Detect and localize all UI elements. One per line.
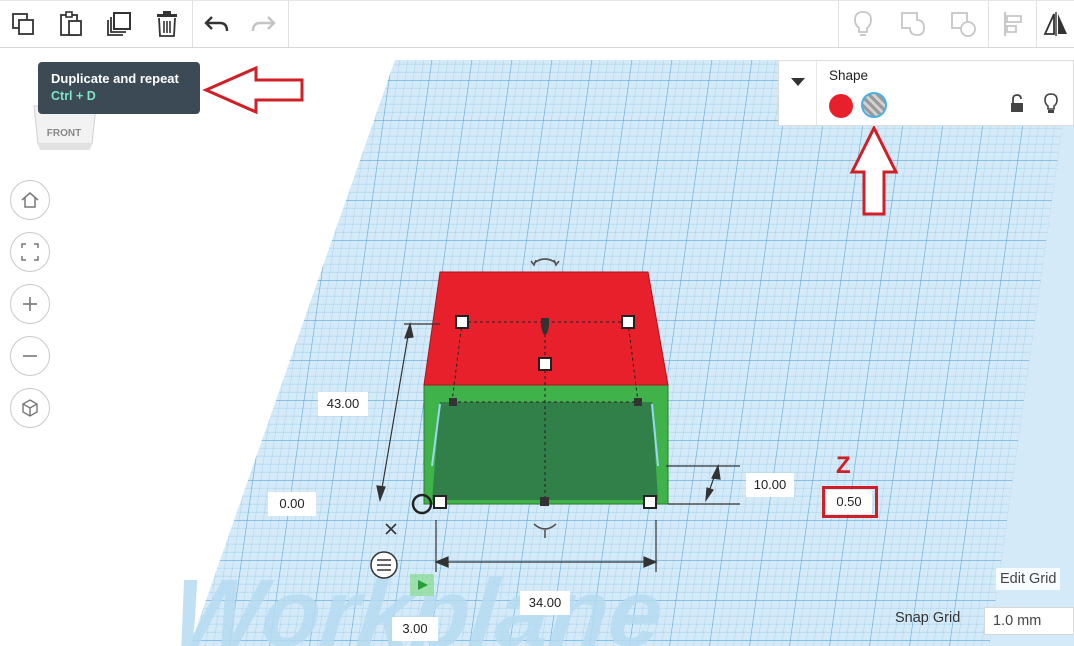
paste-button[interactable] [48,1,94,47]
toolbar [0,0,1074,48]
hole-button[interactable] [861,92,887,118]
delete-button[interactable] [144,1,190,47]
snap-grid-select[interactable]: 1.0 mm [984,607,1074,635]
undo-button[interactable] [194,1,240,47]
home-view-button[interactable] [10,180,50,220]
shape-title: Shape [829,68,869,83]
undo-icon [204,16,229,32]
width-dimension-label[interactable]: 34.00 [520,591,570,615]
menu-icon[interactable] [370,551,398,579]
align-icon [1004,12,1022,36]
ungroup-icon [951,12,976,37]
offset-y-label[interactable]: 3.00 [392,617,438,641]
redo-icon [251,16,276,32]
redo-button[interactable] [240,1,286,47]
group-button[interactable] [890,1,936,47]
duplicate-icon [107,12,131,36]
workplane-viewport[interactable]: Workplane [0,48,1074,646]
ungroup-button[interactable] [940,1,986,47]
tooltip-shortcut: Ctrl + D [51,89,96,103]
duplicate-tooltip: Duplicate and repeat Ctrl + D [38,62,200,114]
zoom-in-button[interactable] [10,284,50,324]
collapse-panel-button[interactable] [779,61,817,125]
tooltip-title: Duplicate and repeat [51,71,179,86]
move-arrow-icon[interactable] [410,574,434,596]
box-shape[interactable] [423,271,669,505]
copy-button[interactable] [0,1,46,47]
view-cube-label: FRONT [47,128,81,139]
lightbulb-icon [854,11,872,36]
depth-dimension-label[interactable]: 10.00 [746,473,794,497]
trash-icon [157,11,177,37]
base-offset-label[interactable]: 0.00 [268,492,316,516]
edit-grid-button[interactable]: Edit Grid [996,568,1061,590]
perspective-button[interactable] [10,388,50,428]
group-icon [901,12,925,36]
lock-icon[interactable] [1009,94,1025,114]
plus-icon [23,297,37,311]
minus-icon [23,355,37,357]
zoom-out-button[interactable] [10,336,50,376]
duplicate-button[interactable] [96,1,142,47]
fit-view-button[interactable] [10,232,50,272]
align-button[interactable] [990,1,1036,47]
solid-color-button[interactable] [829,94,853,118]
lightbulb-icon[interactable] [1043,93,1059,115]
mirror-icon [1043,12,1067,36]
cube-icon [22,399,38,417]
light-button[interactable] [840,1,886,47]
shape-inspector: Shape [778,60,1074,126]
home-icon [21,192,39,208]
mirror-button[interactable] [1038,1,1074,47]
fit-icon [21,243,39,261]
snap-grid-label: Snap Grid [895,610,961,626]
height-dimension-label[interactable]: 43.00 [318,392,368,416]
z-annotation-box [822,486,878,518]
z-annotation-label: Z [836,452,851,479]
paste-icon [60,11,82,36]
chevron-down-icon [790,78,805,86]
copy-icon [12,13,34,35]
annotation-arrow-left [202,65,304,115]
